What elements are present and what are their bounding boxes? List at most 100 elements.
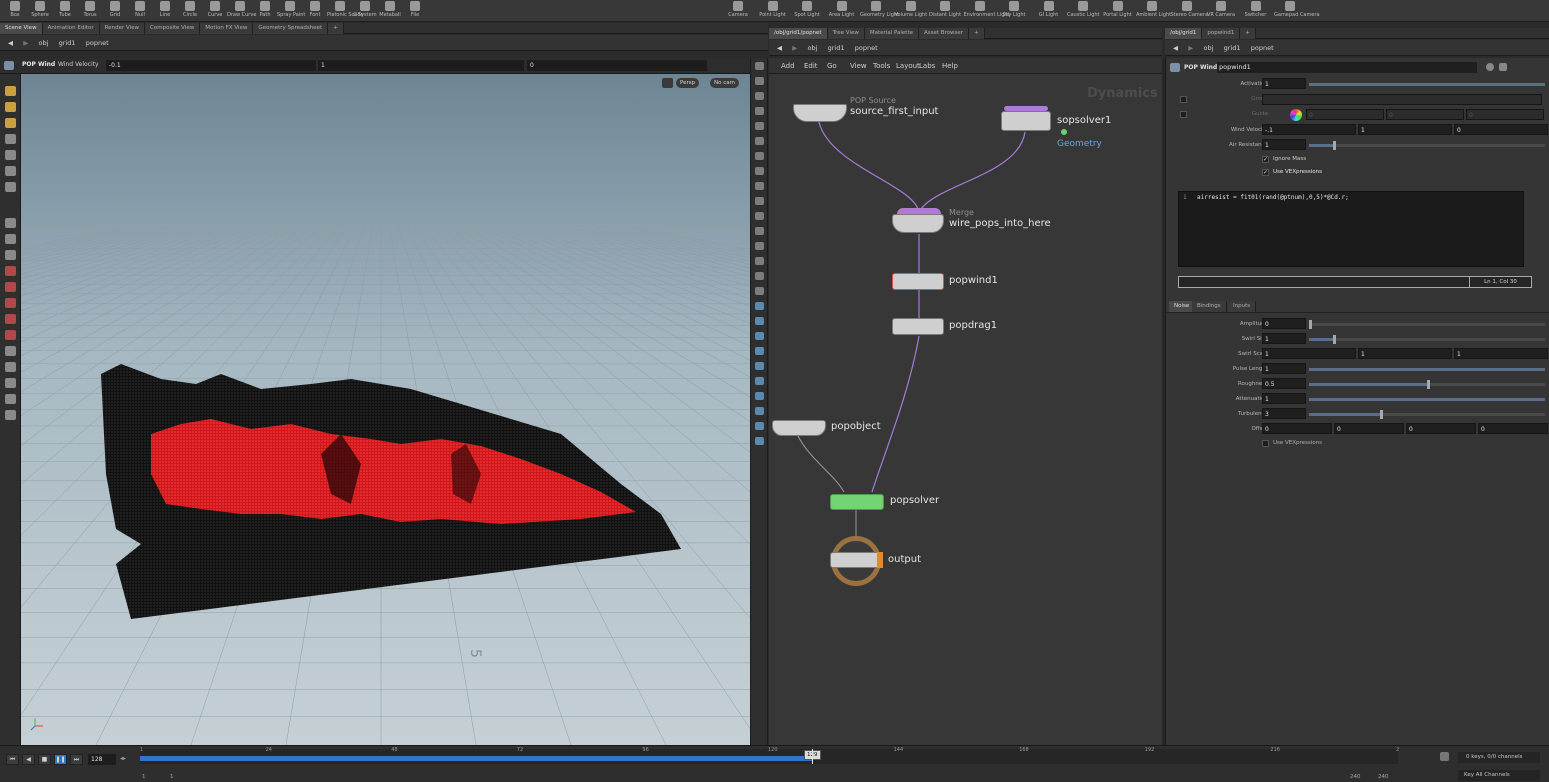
tab-geometry-spreadsheet[interactable]: Geometry Spreadsheet: [253, 23, 329, 34]
current-frame-field[interactable]: 128: [88, 754, 116, 765]
tab-animation-editor[interactable]: Animation Editor: [42, 23, 100, 34]
shelf-tool-sky-light[interactable]: Sky Light: [998, 1, 1030, 21]
tab-bindings[interactable]: Bindings: [1192, 301, 1227, 312]
persp-menu[interactable]: Persp: [676, 78, 700, 88]
group-toggle[interactable]: [1180, 96, 1187, 103]
use-vex-checkbox[interactable]: ✓: [1262, 169, 1269, 176]
node-source-first-input[interactable]: [793, 104, 847, 122]
path-crumb-obj[interactable]: obj: [1203, 40, 1213, 56]
tab-inputs[interactable]: Inputs: [1228, 301, 1257, 312]
shelf-tool-curve[interactable]: Curve: [202, 1, 228, 21]
node-popsolver[interactable]: [830, 494, 884, 510]
tab-render-view[interactable]: Render View: [99, 23, 146, 34]
key-icon[interactable]: [1440, 752, 1449, 761]
shelf-tool-circle[interactable]: Circle: [177, 1, 203, 21]
shelf-tool-font[interactable]: Font: [302, 1, 328, 21]
shelf-tool-tube[interactable]: Tube: [52, 1, 78, 21]
shelf-tool-null[interactable]: Null: [127, 1, 153, 21]
node-sopsolver-name[interactable]: sopsolver1: [1057, 115, 1111, 126]
guide-toggle[interactable]: [1180, 111, 1187, 118]
op-value-z[interactable]: 0: [527, 60, 707, 71]
network-editor[interactable]: Dynamics POP Source source_first_input s…: [769, 74, 1162, 745]
shelf-tool-grid[interactable]: Grid: [102, 1, 128, 21]
shelf-tool-geometry-light[interactable]: Geometry Light: [860, 1, 899, 21]
attenuation-slider[interactable]: [1309, 398, 1545, 401]
shelf-tool-gi-light[interactable]: GI Light: [1033, 1, 1065, 21]
op-value-y[interactable]: 1: [318, 60, 524, 71]
air-resistance-slider[interactable]: [1309, 141, 1545, 150]
step-arrows-icon[interactable]: ◂▸: [120, 755, 126, 762]
jump-start-button[interactable]: ⏮: [6, 754, 19, 765]
forward-icon[interactable]: ▶: [792, 40, 797, 56]
shelf-tool-metaball[interactable]: Metaball: [377, 1, 403, 21]
menu-labs[interactable]: Labs: [919, 62, 935, 70]
attenuation-field[interactable]: 1: [1262, 393, 1306, 404]
turbulence-slider[interactable]: [1309, 410, 1545, 419]
display-option-icon[interactable]: [755, 287, 764, 295]
viewport-tool-icon[interactable]: [5, 250, 16, 260]
node-source-name[interactable]: source_first_input: [850, 106, 938, 117]
shelf-tool-point-light[interactable]: Point Light: [757, 1, 789, 21]
viewport-tool-icon[interactable]: [5, 266, 16, 276]
shelf-tool-portal-light[interactable]: Portal Light: [1102, 1, 1134, 21]
pause-button[interactable]: ❚❚: [54, 754, 67, 765]
shelf-tool-platonic-solids[interactable]: Platonic Solids: [327, 1, 363, 21]
shelf-tool-camera[interactable]: Camera: [722, 1, 754, 21]
display-option-icon[interactable]: [755, 362, 764, 370]
viewport-tool-icon[interactable]: [5, 362, 16, 372]
shelf-tool-torus[interactable]: Torus: [77, 1, 103, 21]
shelf-tool-draw-curve[interactable]: Draw Curve: [227, 1, 256, 21]
viewport-tool-icon[interactable]: [5, 346, 16, 356]
turbulence-field[interactable]: 3: [1262, 408, 1306, 419]
shelf-tool-volume-light[interactable]: Volume Light: [895, 1, 927, 21]
stop-button[interactable]: ■: [38, 754, 51, 765]
display-option-icon[interactable]: [755, 317, 764, 325]
tab-popwind1[interactable]: popwind1: [1202, 28, 1241, 39]
guide-b[interactable]: 0: [1466, 109, 1544, 120]
shelf-tool-spot-light[interactable]: Spot Light: [791, 1, 823, 21]
viewport-tool-icon[interactable]: [5, 218, 16, 228]
shelf-tool-path[interactable]: Path: [252, 1, 278, 21]
range-start-2[interactable]: 1: [170, 774, 174, 780]
range-end[interactable]: 240: [1350, 774, 1361, 780]
viewport-tool-icon[interactable]: [5, 118, 16, 128]
viewport-tool-icon[interactable]: [5, 330, 16, 340]
viewport-tool-icon[interactable]: [5, 378, 16, 388]
display-option-icon[interactable]: [755, 137, 764, 145]
display-option-icon[interactable]: [755, 92, 764, 100]
back-icon[interactable]: ◀: [8, 35, 13, 51]
shelf-tool-box[interactable]: Box: [2, 1, 28, 21]
offset-x[interactable]: 0: [1262, 423, 1332, 434]
viewport-tool-icon[interactable]: [5, 314, 16, 324]
path-crumb-grid1[interactable]: grid1: [1224, 40, 1241, 56]
offset-y[interactable]: 0: [1334, 423, 1404, 434]
viewport-tool-icon[interactable]: [5, 234, 16, 244]
display-option-icon[interactable]: [755, 437, 764, 445]
menu-add[interactable]: Add: [781, 62, 795, 70]
viewport-tool-icon[interactable]: [5, 182, 16, 192]
viewport-tool-icon[interactable]: [5, 134, 16, 144]
display-option-icon[interactable]: [755, 182, 764, 190]
display-option-icon[interactable]: [755, 377, 764, 385]
activation-slider[interactable]: [1309, 83, 1545, 86]
shelf-tool-area-light[interactable]: Area Light: [826, 1, 858, 21]
node-sopsolver1[interactable]: [1001, 111, 1051, 131]
amplitude-field[interactable]: 0: [1262, 318, 1306, 329]
shelf-tool-gamepad-camera[interactable]: Gamepad Camera: [1274, 1, 1320, 21]
camera-menu[interactable]: No cam: [710, 78, 739, 88]
lock-camera-icon[interactable]: [662, 78, 673, 88]
offset-z[interactable]: 0: [1406, 423, 1476, 434]
swirl-scale-x[interactable]: 1: [1262, 348, 1356, 359]
op-value-x[interactable]: -0.1: [106, 60, 316, 71]
timeline-track[interactable]: 1244872961201441681922162 129: [140, 747, 1399, 764]
shelf-tool-distant-light[interactable]: Distant Light: [929, 1, 961, 21]
menu-tools[interactable]: Tools: [873, 62, 890, 70]
shelf-tool-l-system[interactable]: L-System: [352, 1, 378, 21]
viewport-tool-icon[interactable]: [5, 150, 16, 160]
tab-scene-view[interactable]: Scene View: [0, 23, 43, 34]
node-popsolver-name[interactable]: popsolver: [890, 495, 939, 506]
node-merge-name[interactable]: wire_pops_into_here: [949, 218, 1051, 229]
display-option-icon[interactable]: [755, 347, 764, 355]
key-all-channels-button[interactable]: Key All Channels: [1458, 770, 1540, 781]
scene-viewport[interactable]: 5 Persp No cam: [21, 74, 750, 745]
